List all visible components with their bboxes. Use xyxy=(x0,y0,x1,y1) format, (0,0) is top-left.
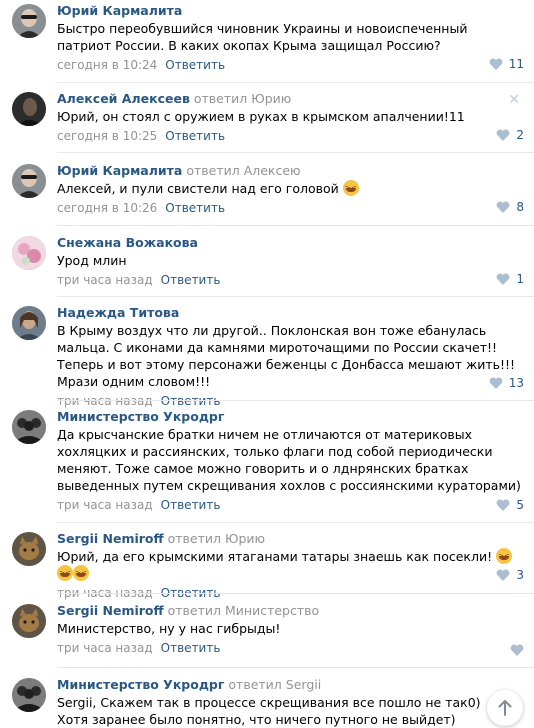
like-count: 3 xyxy=(516,568,524,582)
replied-label: ответил xyxy=(186,163,240,178)
reply-to-name[interactable]: Юрию xyxy=(225,531,265,546)
arrow-up-icon xyxy=(498,700,512,716)
divider xyxy=(57,400,534,401)
comment-author[interactable]: Sergii Nemiroff xyxy=(57,531,164,546)
comment-author[interactable]: Министерство Укродрг xyxy=(57,409,224,424)
heart-icon xyxy=(496,201,510,213)
reply-to-name[interactable]: Алексею xyxy=(244,163,301,178)
reply-to-name[interactable]: Sergii xyxy=(286,677,321,692)
comment-text: Алексей, и пули свистели над его головой xyxy=(57,181,339,196)
reply-button[interactable]: Ответить xyxy=(165,201,225,215)
comment-text: Да крысчанские братки ничем не отличаютс… xyxy=(57,427,521,493)
divider xyxy=(57,522,534,523)
like-button[interactable]: 8 xyxy=(496,200,524,214)
avatar[interactable] xyxy=(12,164,46,198)
comment-author[interactable]: Юрий Кармалита xyxy=(57,3,182,18)
avatar[interactable] xyxy=(12,236,46,270)
like-button[interactable]: 3 xyxy=(496,568,524,582)
comment-text: Sergii, Скажем так в процессе скрещивани… xyxy=(57,695,481,727)
comment-author[interactable]: Sergii Nemiroff xyxy=(57,603,164,618)
laughing-emoji-icon xyxy=(73,565,89,582)
laughing-emoji-icon xyxy=(342,180,359,197)
comment-author[interactable]: Министерство Укродрг xyxy=(57,677,224,692)
divider xyxy=(57,152,534,153)
reply-button[interactable]: Ответить xyxy=(165,129,225,143)
reply-button[interactable]: Ответить xyxy=(161,273,221,287)
like-count: 1 xyxy=(516,272,524,286)
like-button[interactable] xyxy=(510,644,524,656)
comment-text: Юрий, он стоял с оружием в руках в крымс… xyxy=(57,109,465,124)
reply-button[interactable]: Ответить xyxy=(161,498,221,512)
divider xyxy=(57,667,534,668)
like-count: 11 xyxy=(508,57,524,71)
heart-icon xyxy=(496,499,510,511)
avatar[interactable] xyxy=(12,410,46,444)
heart-icon xyxy=(489,377,503,389)
avatar[interactable] xyxy=(12,604,46,638)
comment-author[interactable]: Юрий Кармалита xyxy=(57,163,182,178)
heart-icon xyxy=(489,58,503,70)
heart-icon xyxy=(496,129,510,141)
reply-to-name[interactable]: Юрию xyxy=(251,91,291,106)
comment-time[interactable]: сегодня в 10:26 xyxy=(57,201,157,215)
like-button[interactable]: 1 xyxy=(496,272,524,286)
avatar[interactable] xyxy=(12,532,46,566)
close-icon[interactable]: ✕ xyxy=(508,92,520,108)
comment-author[interactable]: Снежана Вожакова xyxy=(57,235,198,250)
comment-time[interactable]: три часа назад xyxy=(57,273,153,287)
heart-icon xyxy=(496,273,510,285)
divider xyxy=(57,82,534,83)
divider xyxy=(57,296,534,297)
divider xyxy=(57,593,534,594)
replied-label: ответил xyxy=(228,677,282,692)
heart-icon xyxy=(510,644,524,656)
comment-author[interactable]: Алексей Алексеев xyxy=(57,91,190,106)
comment-text: Урод млин xyxy=(57,253,127,268)
like-count: 13 xyxy=(508,376,524,390)
like-count: 2 xyxy=(516,128,524,142)
avatar[interactable] xyxy=(12,306,46,340)
comment-text: Министерство, ну у нас гибрыды! xyxy=(57,621,281,636)
avatar[interactable] xyxy=(12,92,46,126)
heart-icon xyxy=(496,569,510,581)
replied-label: ответил xyxy=(167,603,222,618)
reply-button[interactable]: Ответить xyxy=(165,58,225,72)
laughing-emoji-icon xyxy=(496,548,513,565)
like-button[interactable]: 11 xyxy=(489,57,524,71)
comment-time[interactable]: три часа назад xyxy=(57,394,153,408)
like-button[interactable]: 13 xyxy=(489,376,524,390)
like-count: 8 xyxy=(516,200,524,214)
comment-time[interactable]: сегодня в 10:25 xyxy=(57,129,157,143)
like-count: 5 xyxy=(516,498,524,512)
scroll-to-top-button[interactable] xyxy=(487,690,523,726)
comment-author[interactable]: Надежда Титова xyxy=(57,305,179,320)
comment-time[interactable]: три часа назад xyxy=(57,498,153,512)
reply-button[interactable]: Ответить xyxy=(161,641,221,655)
like-button[interactable]: 2 xyxy=(496,128,524,142)
comment-text: В Крыму воздух что ли другой.. Поклонска… xyxy=(57,323,516,389)
replied-label: ответил xyxy=(167,531,222,546)
laughing-emoji-icon xyxy=(57,565,73,582)
comment-text: Юрий, да его крымскими ятаганами татары … xyxy=(57,549,493,564)
comment-time[interactable]: три часа назад xyxy=(57,641,153,655)
avatar[interactable] xyxy=(12,4,46,38)
comment-text: Быстро переобувшийся чиновник Украины и … xyxy=(57,21,468,53)
reply-to-name[interactable]: Министерство xyxy=(225,603,319,618)
replied-label: ответил xyxy=(193,91,248,106)
reply-button[interactable]: Ответить xyxy=(161,394,221,408)
like-button[interactable]: 5 xyxy=(496,498,524,512)
divider xyxy=(57,225,534,226)
avatar[interactable] xyxy=(12,678,46,712)
comment-time[interactable]: сегодня в 10:24 xyxy=(57,58,157,72)
